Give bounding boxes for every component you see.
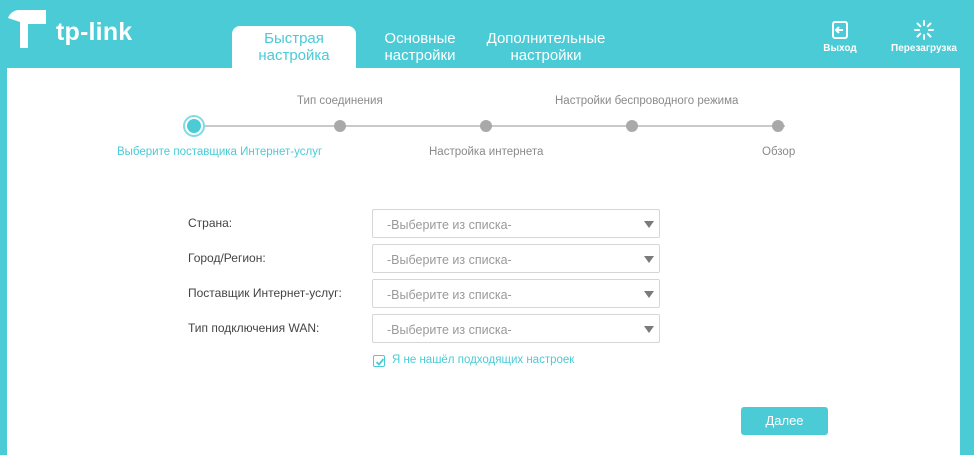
country-select-value: -Выберите из списка- bbox=[387, 218, 512, 232]
step-dot-5 bbox=[772, 120, 784, 132]
tab-quick-setup-line2: настройка bbox=[258, 47, 330, 64]
wan-type-select[interactable]: -Выберите из списка- bbox=[372, 314, 660, 343]
reboot-button[interactable]: Перезагрузка bbox=[886, 20, 962, 54]
tab-advanced-settings[interactable]: Дополнительные настройки bbox=[480, 26, 612, 68]
reboot-label: Перезагрузка bbox=[891, 43, 957, 54]
tab-quick-setup[interactable]: Быстрая настройка bbox=[232, 26, 356, 68]
chevron-down-icon bbox=[644, 221, 654, 228]
quick-setup-panel: Тип соединения Настройки беспроводного р… bbox=[7, 68, 960, 455]
chevron-down-icon bbox=[644, 291, 654, 298]
tp-link-logo[interactable]: tp-link bbox=[6, 8, 134, 50]
top-header: tp-link Быстрая настройка Основные настр… bbox=[0, 0, 974, 68]
step-dot-1 bbox=[187, 119, 201, 133]
step-label-isp: Выберите поставщика Интернет-услуг bbox=[117, 146, 323, 158]
wan-type-label: Тип подключения WAN: bbox=[188, 321, 320, 335]
city-region-select-value: -Выберите из списка- bbox=[387, 253, 512, 267]
no-settings-checkbox-label[interactable]: Я не нашёл подходящих настроек bbox=[392, 354, 574, 366]
tab-advanced-settings-line1: Дополнительные bbox=[486, 30, 606, 47]
no-settings-checkbox[interactable] bbox=[373, 355, 385, 367]
logout-button[interactable]: Выход bbox=[818, 20, 862, 54]
logout-label: Выход bbox=[823, 43, 857, 54]
tp-link-logo-icon bbox=[8, 9, 46, 48]
logout-icon bbox=[832, 21, 848, 39]
step-label-summary: Обзор bbox=[762, 146, 796, 158]
isp-select[interactable]: -Выберите из списка- bbox=[372, 279, 660, 308]
checkmark-icon bbox=[375, 358, 385, 366]
city-region-select[interactable]: -Выберите из списка- bbox=[372, 244, 660, 273]
city-region-label: Город/Регион: bbox=[188, 251, 266, 265]
tab-basic-settings-line2: настройки bbox=[384, 47, 456, 64]
tab-advanced-settings-line2: настройки bbox=[510, 47, 582, 64]
step-dot-2 bbox=[334, 120, 346, 132]
step-label-internet: Настройка интернета bbox=[429, 146, 544, 158]
country-select[interactable]: -Выберите из списка- bbox=[372, 209, 660, 238]
isp-label: Поставщик Интернет-услуг: bbox=[188, 286, 342, 300]
step-dot-3 bbox=[480, 120, 492, 132]
step-dot-4 bbox=[626, 120, 638, 132]
tab-basic-settings-line1: Основные bbox=[384, 30, 456, 47]
wan-type-select-value: -Выберите из списка- bbox=[387, 323, 512, 337]
next-button[interactable]: Далее bbox=[741, 407, 828, 435]
tab-basic-settings[interactable]: Основные настройки bbox=[372, 26, 468, 68]
brand-name: tp-link bbox=[56, 18, 133, 46]
step-label-connection-type: Тип соединения bbox=[297, 95, 383, 107]
step-label-wireless: Настройки беспроводного режима bbox=[555, 95, 739, 107]
reboot-icon bbox=[914, 20, 934, 40]
isp-select-value: -Выберите из списка- bbox=[387, 288, 512, 302]
country-label: Страна: bbox=[188, 216, 233, 230]
chevron-down-icon bbox=[644, 256, 654, 263]
tab-quick-setup-line1: Быстрая bbox=[264, 30, 324, 47]
chevron-down-icon bbox=[644, 326, 654, 333]
